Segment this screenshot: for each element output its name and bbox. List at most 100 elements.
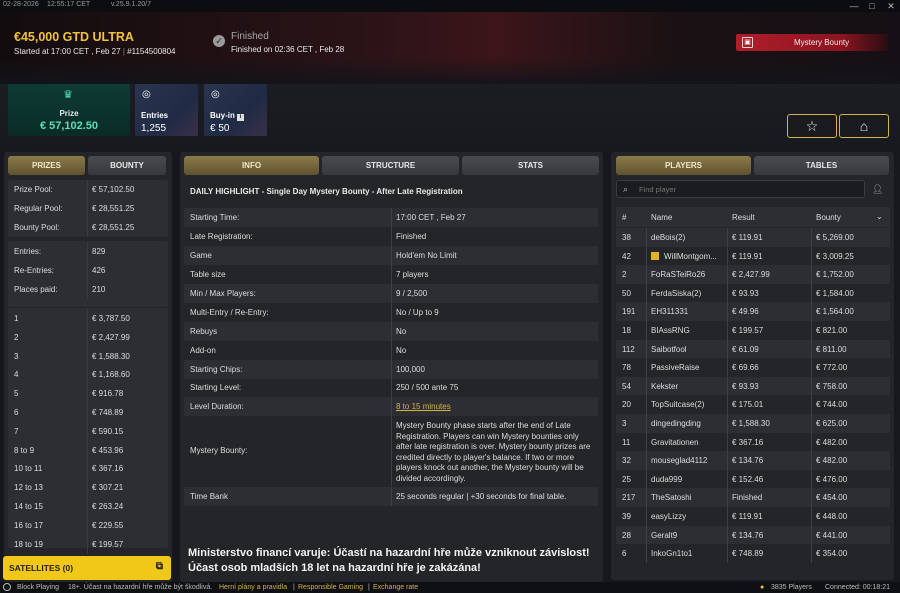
player-row[interactable]: 3 dingedingding € 1,588.30 € 625.00: [616, 414, 890, 433]
col-result[interactable]: Result: [732, 213, 755, 222]
col-bounty[interactable]: Bounty: [816, 213, 841, 222]
player-row[interactable]: 78 PassiveRaise € 69.66 € 772.00: [616, 358, 890, 377]
divider: [87, 218, 88, 237]
row-label: Regular Pool:: [14, 204, 63, 213]
player-rank: 2: [622, 270, 627, 280]
row-value: € 307.21: [92, 483, 124, 493]
col-rank[interactable]: #: [622, 213, 626, 222]
exchange-rate-link[interactable]: Exchange rate: [373, 584, 418, 591]
tab-prizes[interactable]: PRIZES: [8, 156, 85, 175]
buyin-label: Buy-in i: [210, 111, 245, 121]
player-row[interactable]: 32 mouseglad4112 € 134.76 € 482.00: [616, 451, 890, 470]
maximize-button[interactable]: □: [865, 0, 879, 12]
mystery-bounty-button[interactable]: ▣ Mystery Bounty: [736, 34, 888, 51]
player-row[interactable]: 50 FerdaSiska(2) € 93.93 € 1,584.00: [616, 283, 890, 303]
info-icon[interactable]: i: [237, 114, 245, 121]
player-row[interactable]: 11 Gravitationen € 367.16 € 482.00: [616, 432, 890, 452]
chip-icon: ◎: [211, 89, 220, 100]
tab-stats[interactable]: STATS: [462, 156, 599, 175]
player-row[interactable]: 25 duda999 € 152.46 € 476.00: [616, 469, 890, 489]
divider: [811, 358, 812, 377]
divider: [727, 488, 728, 507]
divider: [811, 414, 812, 433]
rules-link[interactable]: Herní plány a pravidla: [219, 584, 287, 591]
player-row[interactable]: 217 TheSatoshi Finished € 454.00: [616, 488, 890, 507]
player-row[interactable]: 54 Kekster € 93.93 € 758.00: [616, 376, 890, 396]
player-row[interactable]: 42 WillMontgom... € 119.91 € 3,009.25: [616, 246, 890, 266]
player-rank: 6: [622, 549, 627, 559]
info-row: Mystery Bounty: Mystery Bounty phase star…: [184, 416, 598, 486]
divider: [811, 469, 812, 489]
search-input[interactable]: [639, 183, 859, 195]
divider: [646, 507, 647, 526]
divider: [87, 497, 88, 516]
player-row[interactable]: 38 deBois(2) € 119.91 € 5,269.00: [616, 228, 890, 247]
players-icon: ●: [760, 584, 765, 591]
prize-row: 18 to 19 € 199.57: [8, 534, 168, 554]
player-row[interactable]: 18 BIAssRNG € 199.57 € 821.00: [616, 321, 890, 340]
row-label: Entries:: [14, 247, 42, 256]
chevron-down-icon[interactable]: ⌄: [876, 212, 883, 221]
info-label: Table size: [190, 270, 226, 279]
prize-row: 6 € 748.89: [8, 403, 168, 422]
divider: [646, 302, 647, 321]
minimize-button[interactable]: —: [847, 0, 861, 12]
prize-row: Prize Pool: € 57,102.50: [8, 180, 168, 199]
col-name[interactable]: Name: [651, 213, 672, 222]
tab-structure[interactable]: STRUCTURE: [322, 156, 459, 175]
status-text: Finished: [231, 31, 269, 42]
player-result: € 61.09: [732, 344, 759, 354]
favorite-button[interactable]: ☆: [787, 114, 837, 138]
row-value: € 367.16: [92, 464, 124, 474]
row-value: € 57,102.50: [92, 185, 135, 194]
divider: [87, 421, 88, 441]
responsible-gaming-link[interactable]: Responsible Gaming: [298, 584, 363, 591]
player-row[interactable]: 191 EH311331 € 49.96 € 1,564.00: [616, 302, 890, 321]
divider: [811, 507, 812, 526]
divider: [811, 432, 812, 452]
find-player-box[interactable]: ⌕: [616, 180, 865, 198]
tab-info[interactable]: INFO: [184, 156, 319, 175]
player-row[interactable]: 6 InkoGn1to1 € 748.89 € 354.00: [616, 544, 890, 563]
row-value: € 3,787.50: [92, 314, 130, 323]
player-bounty: € 441.00: [816, 530, 848, 540]
player-result: Finished: [732, 493, 763, 503]
block-playing[interactable]: Block Playing: [17, 584, 59, 591]
player-row[interactable]: 39 easyLizzy € 119.91 € 448.00: [616, 507, 890, 526]
prize-label: Prize: [59, 109, 79, 118]
row-value: € 199.57: [92, 539, 124, 549]
tab-tables[interactable]: TABLES: [754, 156, 889, 175]
info-value[interactable]: 8 to 15 minutes: [396, 402, 594, 413]
satellites-button[interactable]: SATELLITES (0) ⧉: [3, 556, 171, 580]
lobby-button[interactable]: ⌂: [839, 114, 889, 138]
info-row: Starting Chips: 100,000: [184, 360, 598, 379]
prize-row: 14 to 15 € 263.24: [8, 497, 168, 516]
info-label: Mystery Bounty:: [190, 446, 248, 455]
player-row[interactable]: 20 TopSuitcase(2) € 175.01 € 744.00: [616, 395, 890, 414]
user-icon[interactable]: 👤︎: [872, 184, 883, 195]
prize-value: € 57,102.50: [39, 120, 99, 132]
divider: [811, 395, 812, 414]
divider: [727, 283, 728, 303]
entries-label: Entries: [141, 111, 169, 120]
player-result: € 49.96: [732, 307, 759, 317]
player-row[interactable]: 2 FoRaSTeiRo26 € 2,427.99 € 1,752.00: [616, 265, 890, 284]
tournament-title: €45,000 GTD ULTRA: [14, 30, 134, 44]
player-bounty: € 3,009.25: [816, 251, 854, 261]
row-label: 3: [14, 351, 19, 361]
player-rank: 39: [622, 512, 631, 521]
player-row[interactable]: 28 Geralt9 € 134.76 € 441.00: [616, 525, 890, 545]
row-label: Places paid:: [14, 285, 58, 294]
tab-players[interactable]: PLAYERS: [616, 156, 751, 175]
divider: [391, 227, 392, 246]
player-rank: 217: [622, 493, 636, 503]
player-row[interactable]: 112 Saibotfool € 61.09 € 811.00: [616, 339, 890, 359]
tab-bounty[interactable]: BOUNTY: [88, 156, 166, 175]
divider: [87, 327, 88, 347]
divider: [87, 199, 88, 218]
close-button[interactable]: ✕: [884, 0, 898, 12]
divider: [646, 488, 647, 507]
toggle-icon[interactable]: [3, 583, 11, 591]
divider: [391, 265, 392, 284]
player-rank: 78: [622, 363, 631, 373]
